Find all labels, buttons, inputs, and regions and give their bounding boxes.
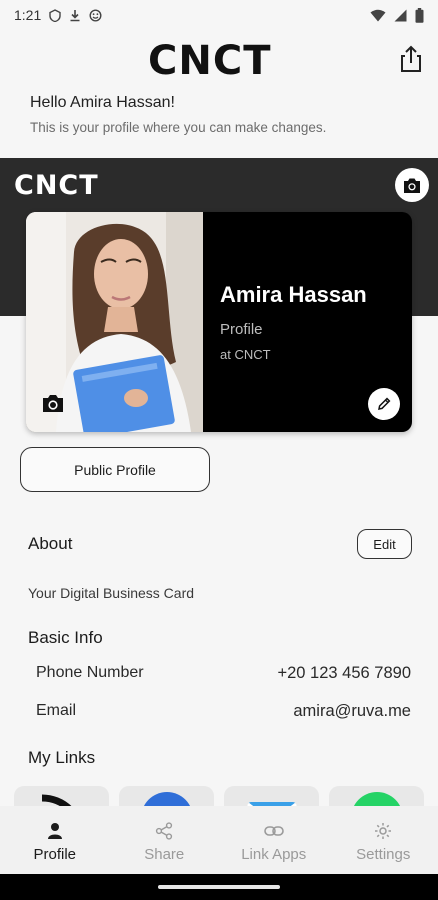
nav-label: Settings xyxy=(356,846,411,863)
info-row-phone: Phone Number +20 123 456 7890 xyxy=(36,664,411,683)
public-profile-button[interactable]: Public Profile xyxy=(20,447,210,492)
card-company: at CNCT xyxy=(220,347,271,362)
cover-logo: CNCT xyxy=(14,170,99,201)
smiley-icon xyxy=(89,8,102,22)
person-icon xyxy=(47,823,62,839)
card-name: Amira Hassan xyxy=(220,282,367,307)
pencil-icon xyxy=(378,397,391,410)
camera-icon[interactable] xyxy=(40,392,66,414)
profile-photo[interactable] xyxy=(26,212,203,432)
info-row-email: Email amira@ruva.me xyxy=(36,702,411,721)
email-value[interactable]: amira@ruva.me xyxy=(293,702,411,721)
business-card: Amira Hassan Profile at CNCT xyxy=(26,212,412,432)
info-label: Email xyxy=(36,702,77,719)
card-role: Profile xyxy=(220,321,263,338)
about-heading: About xyxy=(28,534,73,553)
greeting-subtitle: This is your profile where you can make … xyxy=(30,120,327,135)
status-bar: 1:21 xyxy=(0,0,438,30)
share-icon[interactable] xyxy=(398,44,424,74)
link-icon xyxy=(263,826,284,836)
edit-card-button[interactable] xyxy=(368,388,400,420)
about-edit-button[interactable]: Edit xyxy=(357,529,412,559)
app-header: CNCT xyxy=(0,30,438,90)
nav-settings[interactable]: Settings xyxy=(329,806,438,874)
wifi-icon xyxy=(370,9,386,21)
nav-label: Share xyxy=(144,846,185,863)
signal-icon xyxy=(394,9,407,21)
download-icon xyxy=(70,9,80,21)
battery-icon xyxy=(415,7,424,23)
info-label: Phone Number xyxy=(36,664,144,681)
nav-label: Link Apps xyxy=(241,846,307,863)
greeting-text: Hello Amira Hassan! xyxy=(30,94,175,111)
home-indicator[interactable] xyxy=(158,885,280,889)
change-cover-button[interactable] xyxy=(395,168,429,202)
camera-icon xyxy=(404,178,420,193)
phone-value[interactable]: +20 123 456 7890 xyxy=(277,664,411,683)
gear-icon xyxy=(375,823,392,839)
app-logo: CNCT xyxy=(148,38,272,84)
about-text: Your Digital Business Card xyxy=(28,585,195,601)
basic-info-heading: Basic Info xyxy=(28,628,103,647)
bottom-nav: Profile Share Link Apps Settings xyxy=(0,806,438,874)
nav-profile[interactable]: Profile xyxy=(0,806,110,874)
share-nodes-icon xyxy=(156,822,173,840)
nav-label: Profile xyxy=(33,846,77,863)
nav-share[interactable]: Share xyxy=(110,806,220,874)
vpn-icon xyxy=(49,8,61,22)
status-time: 1:21 xyxy=(14,7,42,23)
my-links-heading: My Links xyxy=(28,748,96,767)
nav-link-apps[interactable]: Link Apps xyxy=(219,806,329,874)
